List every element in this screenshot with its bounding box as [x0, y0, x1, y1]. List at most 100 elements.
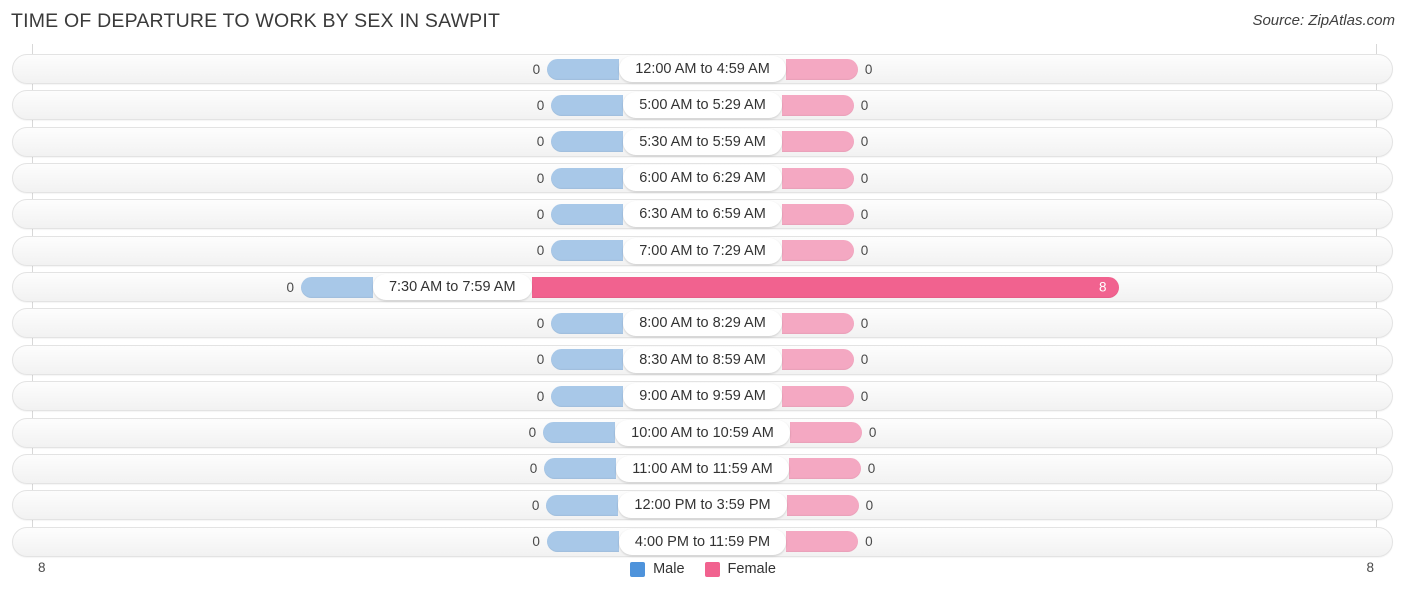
female-value-label: 0 [864, 61, 873, 77]
row-content: 0 6:30 AM to 6:59 AM 0 [13, 200, 1392, 228]
category-label-pill: 6:00 AM to 6:29 AM [623, 165, 782, 192]
female-bar[interactable] [788, 458, 861, 480]
row-content: 0 5:00 AM to 5:29 AM 0 [13, 91, 1392, 119]
female-value-label: 0 [860, 134, 869, 150]
row-content: 0 7:30 AM to 7:59 AM 8 [13, 273, 1392, 301]
male-bar[interactable] [546, 494, 619, 516]
male-value-label: 0 [536, 315, 545, 331]
chart-footer: 8 8 Male Female [0, 556, 1406, 595]
male-value-label: 0 [531, 497, 540, 513]
chart-page: TIME OF DEPARTURE TO WORK BY SEX IN SAWP… [0, 0, 1406, 595]
table-row[interactable]: 0 4:00 PM to 11:59 PM 0 [12, 526, 1393, 557]
female-bar[interactable] [781, 167, 854, 189]
row-content: 0 6:00 AM to 6:29 AM 0 [13, 164, 1392, 192]
male-bar[interactable] [551, 349, 624, 371]
female-bar[interactable] [781, 94, 854, 116]
male-bar[interactable] [551, 167, 624, 189]
legend-swatch-male-icon [630, 561, 646, 577]
female-value-label: 0 [860, 388, 869, 404]
row-content: 0 4:00 PM to 11:59 PM 0 [13, 528, 1392, 556]
male-bar[interactable] [551, 385, 624, 407]
male-value-label: 0 [529, 461, 538, 477]
category-label-pill: 5:00 AM to 5:29 AM [623, 92, 782, 119]
chart-header: TIME OF DEPARTURE TO WORK BY SEX IN SAWP… [0, 0, 1406, 44]
female-value-label: 0 [860, 170, 869, 186]
table-row[interactable]: 0 9:00 AM to 9:59 AM 0 [12, 381, 1393, 412]
female-value-label: 0 [860, 315, 869, 331]
table-row[interactable]: 0 11:00 AM to 11:59 AM 0 [12, 453, 1393, 484]
female-bar[interactable] [781, 349, 854, 371]
page-title: TIME OF DEPARTURE TO WORK BY SEX IN SAWP… [11, 10, 501, 32]
category-label-pill: 4:00 PM to 11:59 PM [618, 528, 787, 555]
source-attribution: Source: ZipAtlas.com [1252, 12, 1395, 29]
legend-swatch-female-icon [704, 561, 720, 577]
male-bar[interactable] [551, 312, 624, 334]
female-value-label: 0 [865, 497, 874, 513]
male-bar[interactable] [551, 240, 624, 262]
female-bar[interactable] [789, 422, 862, 443]
row-content: 0 10:00 AM to 10:59 AM 0 [13, 419, 1392, 447]
category-label-pill: 9:00 AM to 9:59 AM [623, 383, 782, 410]
table-row[interactable]: 0 7:00 AM to 7:29 AM 0 [12, 235, 1393, 266]
male-value-label: 0 [536, 352, 545, 368]
female-bar[interactable] [781, 203, 854, 225]
male-value-label: 0 [532, 534, 540, 550]
legend-item-female[interactable]: Female [704, 561, 776, 577]
category-label-pill: 12:00 AM to 4:59 AM [619, 56, 786, 82]
female-bar[interactable]: 8 [531, 276, 1119, 298]
category-label-pill: 11:00 AM to 11:59 AM [616, 455, 789, 482]
male-value-label: 0 [528, 425, 537, 440]
legend-item-male[interactable]: Male [630, 561, 685, 577]
male-value-label: 0 [536, 206, 545, 222]
chart-plot-area: 0 12:00 AM to 4:59 AM 0 0 5:00 AM to 5:29 AM… [0, 44, 1406, 557]
row-content: 0 12:00 AM to 4:59 AM 0 [13, 55, 1392, 83]
female-value-label: 0 [860, 206, 869, 222]
male-value-label: 0 [536, 388, 545, 404]
row-content: 0 11:00 AM to 11:59 AM 0 [13, 455, 1392, 483]
male-bar[interactable] [547, 58, 620, 80]
female-value-label: 0 [860, 243, 869, 259]
female-bar[interactable] [781, 312, 854, 334]
table-row[interactable]: 0 10:00 AM to 10:59 AM 0 [12, 417, 1393, 448]
table-row[interactable]: 0 5:00 AM to 5:29 AM 0 [12, 90, 1393, 121]
category-label-pill: 7:30 AM to 7:59 AM [372, 274, 532, 301]
female-bar[interactable] [781, 385, 854, 407]
male-bar[interactable] [300, 276, 373, 298]
female-bar[interactable] [781, 131, 854, 153]
table-row[interactable]: 0 12:00 AM to 4:59 AM 0 [12, 54, 1393, 84]
table-row[interactable]: 0 7:30 AM to 7:59 AM 8 [12, 272, 1393, 303]
table-row[interactable]: 0 12:00 PM to 3:59 PM 0 [12, 490, 1393, 521]
table-row[interactable]: 0 6:30 AM to 6:59 AM 0 [12, 199, 1393, 230]
table-row[interactable]: 0 6:00 AM to 6:29 AM 0 [12, 163, 1393, 194]
male-bar[interactable] [551, 203, 624, 225]
male-value-label: 0 [536, 243, 545, 259]
row-content: 0 12:00 PM to 3:59 PM 0 [13, 491, 1392, 519]
male-bar[interactable] [543, 422, 616, 443]
female-bar[interactable] [785, 58, 858, 80]
row-content: 0 8:30 AM to 8:59 AM 0 [13, 346, 1392, 374]
male-bar[interactable] [551, 131, 624, 153]
table-row[interactable]: 0 5:30 AM to 5:59 AM 0 [12, 126, 1393, 157]
male-value-label: 0 [536, 97, 545, 113]
male-bar[interactable] [544, 458, 617, 480]
category-label-pill: 8:00 AM to 8:29 AM [623, 310, 782, 337]
female-value-label: 0 [867, 461, 876, 477]
female-bar[interactable] [786, 531, 859, 553]
female-bar[interactable] [786, 494, 859, 516]
female-value-label: 0 [868, 425, 877, 440]
male-bar[interactable] [546, 531, 619, 553]
male-value-label: 0 [532, 61, 541, 77]
legend-label-male: Male [653, 561, 685, 577]
male-value-label: 0 [286, 279, 294, 295]
table-row[interactable]: 0 8:30 AM to 8:59 AM 0 [12, 344, 1393, 375]
female-value-label: 0 [865, 534, 873, 550]
female-value-label: 0 [860, 352, 869, 368]
category-label-pill: 7:00 AM to 7:29 AM [623, 237, 782, 264]
male-bar[interactable] [551, 94, 624, 116]
table-row[interactable]: 0 8:00 AM to 8:29 AM 0 [12, 308, 1393, 339]
row-content: 0 7:00 AM to 7:29 AM 0 [13, 237, 1392, 265]
female-bar[interactable] [781, 240, 854, 262]
female-value-label: 8 [1099, 279, 1107, 295]
legend-label-female: Female [727, 561, 776, 577]
male-value-label: 0 [536, 170, 545, 186]
